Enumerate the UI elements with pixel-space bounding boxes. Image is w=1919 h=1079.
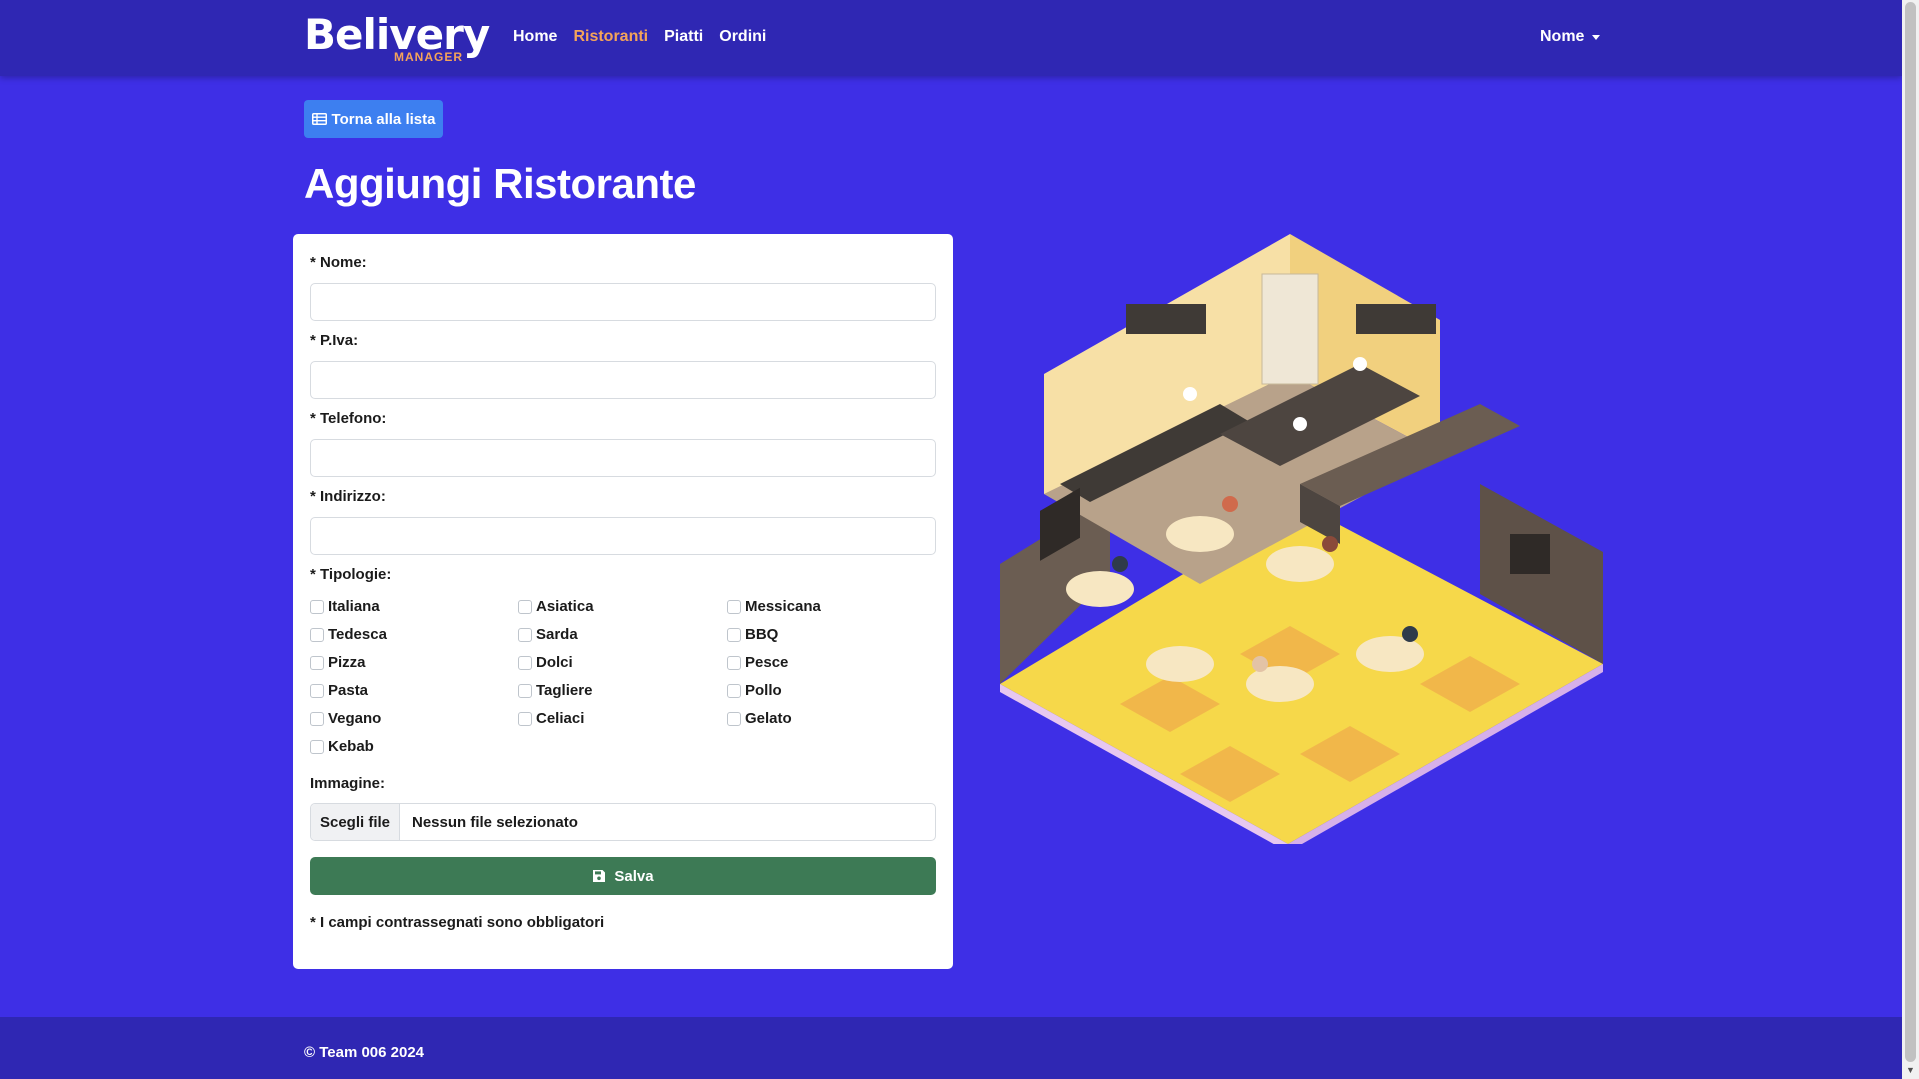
type-label: Pizza — [328, 654, 366, 671]
page-title: Aggiungi Ristorante — [304, 160, 696, 207]
type-label: Messicana — [745, 598, 821, 615]
piva-input[interactable] — [310, 361, 936, 399]
checkbox[interactable] — [310, 599, 324, 614]
nav-link-ordini[interactable]: Ordini — [719, 28, 766, 46]
checkbox[interactable] — [518, 683, 532, 698]
type-label: Vegano — [328, 710, 382, 727]
restaurant-form-card: * Nome: * P.Iva: * Telefono: * Indirizzo… — [293, 234, 953, 969]
checkbox[interactable] — [310, 711, 324, 726]
type-checkbox-kebab[interactable]: Kebab — [310, 738, 374, 755]
checkbox[interactable] — [727, 599, 741, 614]
logo-sub-text: MANAGER — [394, 50, 463, 64]
nav-links: Home Ristoranti Piatti Ordini — [513, 28, 766, 46]
type-checkbox-vegano[interactable]: Vegano — [310, 710, 381, 727]
phone-input[interactable] — [310, 439, 936, 477]
type-label: Kebab — [328, 738, 374, 755]
name-label: * Nome: — [310, 254, 367, 271]
table-icon — [311, 113, 327, 125]
required-fields-note: * I campi contrassegnati sono obbligator… — [310, 914, 605, 931]
type-label: Pesce — [745, 654, 789, 671]
address-label: * Indirizzo: — [310, 488, 386, 505]
checkbox[interactable] — [518, 655, 532, 670]
caret-down-icon — [1592, 34, 1601, 40]
type-checkbox-bbq[interactable]: BBQ — [727, 626, 778, 643]
choose-file-button[interactable]: Scegli file — [311, 804, 400, 840]
phone-label: * Telefono: — [310, 410, 387, 427]
footer: © Team 006 2024 — [0, 1017, 1902, 1079]
type-checkbox-sarda[interactable]: Sarda — [518, 626, 578, 643]
type-checkbox-italiana[interactable]: Italiana — [310, 598, 380, 615]
type-label: Dolci — [536, 654, 573, 671]
type-label: Asiatica — [536, 598, 594, 615]
type-checkbox-gelato[interactable]: Gelato — [727, 710, 792, 727]
scrollbar-thumb[interactable] — [1905, 2, 1916, 1062]
checkbox[interactable] — [727, 683, 741, 698]
type-label: Gelato — [745, 710, 792, 727]
type-label: Pasta — [328, 682, 369, 699]
back-to-list-button[interactable]: Torna alla lista — [304, 100, 443, 138]
checkbox[interactable] — [310, 655, 324, 670]
brand-logo[interactable]: Belivery MANAGER — [304, 12, 490, 66]
type-checkbox-asiatica[interactable]: Asiatica — [518, 598, 594, 615]
footer-copyright: © Team 006 2024 — [304, 1044, 425, 1061]
type-label: Tedesca — [328, 626, 387, 643]
type-checkbox-pasta[interactable]: Pasta — [310, 682, 368, 699]
checkbox[interactable] — [727, 627, 741, 642]
type-checkbox-tedesca[interactable]: Tedesca — [310, 626, 387, 643]
image-file-input[interactable]: Scegli file Nessun file selezionato — [310, 803, 936, 841]
type-label: Tagliere — [536, 682, 593, 699]
address-input[interactable] — [310, 517, 936, 555]
user-menu-label: Nome — [1540, 28, 1585, 45]
nav-link-home[interactable]: Home — [513, 28, 557, 46]
checkbox[interactable] — [727, 655, 741, 670]
user-menu-dropdown[interactable]: Nome — [1540, 28, 1601, 46]
restaurant-illustration — [1000, 234, 1603, 844]
checkbox[interactable] — [518, 627, 532, 642]
type-label: BBQ — [745, 626, 779, 643]
type-checkbox-dolci[interactable]: Dolci — [518, 654, 573, 671]
type-checkbox-celiaci[interactable]: Celiaci — [518, 710, 584, 727]
type-label: Italiana — [328, 598, 380, 615]
nav-link-piatti[interactable]: Piatti — [664, 28, 703, 46]
type-label: Pollo — [745, 682, 782, 699]
types-label: * Tipologie: — [310, 566, 392, 583]
checkbox[interactable] — [310, 739, 324, 754]
type-checkbox-tagliere[interactable]: Tagliere — [518, 682, 592, 699]
piva-label: * P.Iva: — [310, 332, 359, 349]
back-button-label: Torna alla lista — [331, 110, 436, 128]
navbar: Belivery MANAGER Home Ristoranti Piatti … — [0, 0, 1902, 76]
scroll-down-arrow-icon[interactable]: ▼ — [1905, 1065, 1916, 1075]
type-checkbox-pesce[interactable]: Pesce — [727, 654, 788, 671]
save-button[interactable]: Salva — [310, 857, 936, 895]
floppy-disk-icon — [593, 870, 606, 882]
nav-link-ristoranti[interactable]: Ristoranti — [573, 28, 648, 46]
checkbox[interactable] — [518, 711, 532, 726]
checkbox[interactable] — [518, 599, 532, 614]
checkbox[interactable] — [310, 627, 324, 642]
checkbox[interactable] — [727, 711, 741, 726]
type-checkbox-messicana[interactable]: Messicana — [727, 598, 821, 615]
type-checkbox-pollo[interactable]: Pollo — [727, 682, 782, 699]
image-label: Immagine: — [310, 775, 386, 792]
name-input[interactable] — [310, 283, 936, 321]
checkbox[interactable] — [310, 683, 324, 698]
type-label: Celiaci — [536, 710, 585, 727]
type-checkbox-pizza[interactable]: Pizza — [310, 654, 366, 671]
file-status-text: Nessun file selezionato — [412, 813, 578, 831]
type-label: Sarda — [536, 626, 578, 643]
save-button-label: Salva — [614, 867, 654, 885]
